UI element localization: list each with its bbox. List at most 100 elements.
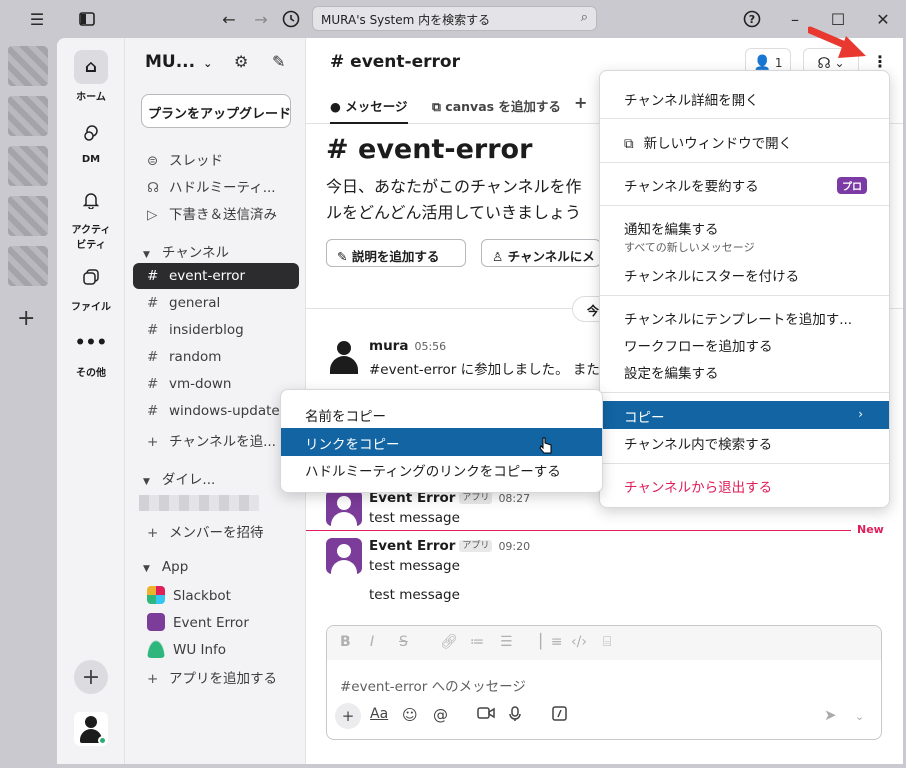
- create-plus-button[interactable]: +: [74, 660, 108, 694]
- help-icon[interactable]: ?: [741, 8, 763, 30]
- avatar[interactable]: [326, 338, 362, 374]
- send-icon[interactable]: ➤: [824, 706, 837, 724]
- sidebar-toggle-icon[interactable]: [76, 8, 98, 30]
- sidebar-app-slackbot[interactable]: Slackbot: [133, 581, 299, 607]
- mention-icon[interactable]: @: [433, 706, 448, 724]
- add-people-button[interactable]: ♙ チャンネルにメ: [481, 239, 601, 267]
- italic-icon[interactable]: I: [370, 634, 374, 650]
- nav-home[interactable]: ⌂ ホーム: [57, 50, 125, 103]
- sidebar-item-huddles[interactable]: ☊ ハドルミーティ...: [133, 171, 299, 197]
- add-tab-icon[interactable]: +: [574, 93, 587, 112]
- attach-plus-button[interactable]: +: [335, 703, 361, 729]
- workspace-icon[interactable]: [8, 196, 48, 236]
- submenu-item-copy-link[interactable]: リンクをコピー: [281, 428, 602, 456]
- bold-icon[interactable]: B: [340, 634, 351, 650]
- menu-item-star-channel[interactable]: チャンネルにスターを付ける: [600, 265, 889, 285]
- settings-gear-icon[interactable]: ⚙: [234, 52, 248, 71]
- back-arrow-icon[interactable]: ←: [218, 8, 240, 30]
- workspace-icon[interactable]: [8, 96, 48, 136]
- channel-title-button[interactable]: # event-error: [330, 52, 460, 72]
- menu-item-open-details[interactable]: チャンネル詳細を開く: [600, 89, 889, 109]
- menu-item-add-workflow[interactable]: ワークフローを追加する: [600, 335, 889, 355]
- upgrade-plan-button[interactable]: プランをアップグレード: [141, 94, 291, 128]
- nav-dm[interactable]: DM: [57, 116, 125, 165]
- workspace-icon[interactable]: [8, 246, 48, 286]
- channels-section-header[interactable]: ▼ チャンネル: [143, 241, 229, 261]
- search-icon: ⌕: [580, 10, 588, 25]
- menu-item-search-in-channel[interactable]: チャンネル内で検索する: [600, 433, 889, 453]
- forward-arrow-icon[interactable]: →: [250, 8, 272, 30]
- avatar[interactable]: [326, 538, 362, 574]
- format-text-icon[interactable]: Aa: [370, 706, 388, 722]
- blockquote-icon[interactable]: ▏≡: [540, 634, 563, 650]
- emoji-icon[interactable]: ☺: [402, 706, 418, 724]
- channel-label: general: [169, 295, 221, 311]
- user-avatar[interactable]: [74, 712, 108, 746]
- menu-item-summarize[interactable]: チャンネルを要約する プロ: [600, 175, 889, 195]
- apps-section-header[interactable]: ▼ App: [143, 559, 188, 575]
- sidebar-channel-event-error[interactable]: # event-error: [133, 263, 299, 289]
- sidebar-item-label: 下書き＆送信済み: [169, 207, 277, 223]
- copy-submenu: 名前をコピー リンクをコピー ハドルミーティングのリンクをコピーする: [280, 389, 603, 493]
- add-app-button[interactable]: + アプリを追加する: [133, 662, 299, 688]
- close-icon[interactable]: ✕: [872, 8, 894, 30]
- send-options-chevron-icon[interactable]: ⌄: [855, 710, 864, 723]
- minimize-icon[interactable]: –: [784, 8, 806, 30]
- video-icon[interactable]: [477, 706, 495, 724]
- sidebar-item-threads[interactable]: ⊜ スレッド: [133, 144, 299, 170]
- sidebar-app-event-error[interactable]: Event Error: [133, 608, 299, 634]
- sidebar-app-wu-info[interactable]: WU Info: [133, 635, 299, 661]
- menu-item-add-template[interactable]: チャンネルにテンプレートを追加す...: [600, 308, 889, 328]
- message-time[interactable]: 08:27: [498, 492, 530, 505]
- add-channel-button[interactable]: + チャンネルを追...: [133, 425, 299, 451]
- slash-command-icon[interactable]: [552, 706, 567, 725]
- workspace-icon[interactable]: [8, 146, 48, 186]
- nav-more[interactable]: ••• その他: [57, 326, 125, 379]
- add-channel-label: チャンネルを追...: [169, 434, 276, 450]
- hamburger-menu-icon[interactable]: ☰: [26, 8, 48, 30]
- bullet-list-icon[interactable]: ☰: [500, 634, 513, 650]
- avatar[interactable]: [326, 490, 362, 526]
- microphone-icon[interactable]: [509, 706, 521, 726]
- tab-add-canvas[interactable]: ⧉ canvas を追加する: [432, 96, 561, 115]
- invite-members-button[interactable]: + メンバーを招待: [133, 516, 299, 542]
- message-input[interactable]: #event-error へのメッセージ: [340, 675, 526, 695]
- history-clock-icon[interactable]: [280, 8, 302, 30]
- message-time[interactable]: 05:56: [414, 340, 446, 353]
- strikethrough-icon[interactable]: S: [399, 634, 408, 650]
- sidebar-item-drafts[interactable]: ▷ 下書き＆送信済み: [133, 198, 299, 224]
- add-workspace-icon[interactable]: +: [17, 306, 35, 331]
- nav-activity[interactable]: アクティ ビティ: [57, 183, 125, 251]
- menu-item-copy[interactable]: コピー ›: [600, 401, 889, 429]
- sidebar-channel-vm-down[interactable]: # vm-down: [133, 371, 299, 397]
- menu-item-edit-settings[interactable]: 設定を編集する: [600, 362, 889, 382]
- compose-icon[interactable]: ✎: [272, 52, 285, 71]
- submenu-item-copy-huddle-link[interactable]: ハドルミーティングのリンクをコピーする: [281, 460, 602, 480]
- redacted-dm-item[interactable]: [139, 495, 259, 511]
- submenu-item-copy-name[interactable]: 名前をコピー: [281, 405, 602, 425]
- message-author[interactable]: Event Error: [369, 538, 455, 554]
- menu-item-leave-channel[interactable]: チャンネルから退出する: [600, 476, 889, 496]
- workspace-search-input[interactable]: MURA's System 内を検索する ⌕: [312, 6, 597, 31]
- sidebar-channel-general[interactable]: # general: [133, 290, 299, 316]
- link-icon[interactable]: 🔗︎: [440, 634, 458, 650]
- message-time[interactable]: 09:20: [498, 540, 530, 553]
- code-block-icon[interactable]: ⌸: [603, 634, 611, 650]
- sidebar-channel-insiderblog[interactable]: # insiderblog: [133, 317, 299, 343]
- menu-item-open-new-window[interactable]: ⧉ 新しいウィンドウで開く: [600, 132, 889, 152]
- code-icon[interactable]: ‹/›: [571, 634, 587, 650]
- sidebar-channel-windows-update[interactable]: # windows-update: [133, 398, 299, 424]
- dm-section-header[interactable]: ▼ ダイレ...: [143, 468, 215, 488]
- ordered-list-icon[interactable]: ≔: [470, 634, 484, 650]
- nav-files[interactable]: ファイル: [57, 260, 125, 313]
- workspace-icon[interactable]: [8, 46, 48, 86]
- workspace-name-button[interactable]: MU... ⌄: [145, 52, 212, 72]
- more-vertical-icon[interactable]: ⋮: [872, 52, 888, 71]
- menu-item-edit-notifications[interactable]: 通知を編集する すべての新しいメッセージ: [600, 218, 889, 255]
- caret-down-icon: ▼: [143, 477, 150, 487]
- channel-label: random: [169, 349, 222, 365]
- sidebar-channel-random[interactable]: # random: [133, 344, 299, 370]
- tab-messages[interactable]: ● メッセージ: [330, 96, 408, 124]
- add-description-button[interactable]: ✎ 説明を追加する: [326, 239, 466, 267]
- message-author[interactable]: mura: [369, 338, 408, 354]
